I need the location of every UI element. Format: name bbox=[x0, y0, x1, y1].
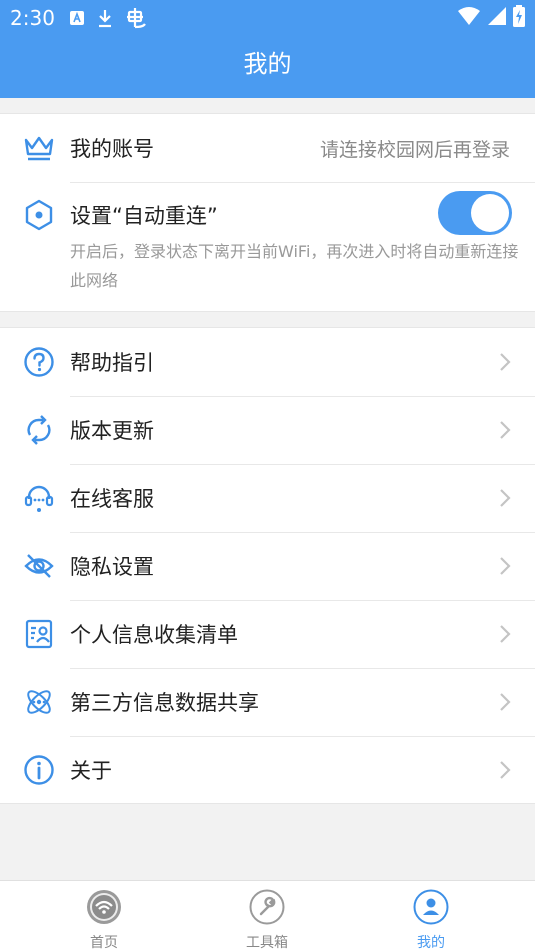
menu-item-about[interactable]: 关于 bbox=[0, 737, 535, 804]
menu-item-label: 帮助指引 bbox=[70, 351, 154, 375]
menu-item-label: 关于 bbox=[70, 759, 112, 783]
signal-icon bbox=[487, 6, 507, 31]
wrench-icon bbox=[249, 889, 285, 925]
chevron-right-icon bbox=[500, 353, 511, 371]
tab-label: 工具箱 bbox=[246, 935, 288, 951]
help-icon bbox=[22, 345, 56, 379]
menu-item-label: 在线客服 bbox=[70, 487, 154, 511]
menu-card: 帮助指引 版本更新 在线客服 隐私设置 个人信息收集清单 第三方信息数据共享 关… bbox=[0, 327, 535, 804]
battery-icon bbox=[513, 4, 525, 32]
chevron-right-icon bbox=[500, 421, 511, 439]
account-row[interactable]: 我的账号 请连接校园网后再登录 bbox=[0, 114, 535, 182]
menu-item-label: 版本更新 bbox=[70, 419, 154, 443]
chevron-right-icon bbox=[500, 625, 511, 643]
toggle-knob bbox=[471, 194, 509, 232]
share-network-icon bbox=[22, 685, 56, 719]
wifi-icon bbox=[457, 6, 481, 31]
download-icon bbox=[97, 8, 113, 28]
eye-off-icon bbox=[22, 549, 56, 583]
bug-notification-icon bbox=[125, 7, 147, 29]
user-profile-icon bbox=[413, 889, 449, 925]
refresh-icon bbox=[22, 413, 56, 447]
auto-reconnect-label: 设置“自动重连” bbox=[70, 204, 218, 228]
keyboard-notification-icon bbox=[69, 10, 85, 26]
menu-item-label: 个人信息收集清单 bbox=[70, 623, 238, 647]
crown-icon bbox=[22, 131, 56, 165]
status-time: 2:30 bbox=[10, 6, 55, 30]
user-card-icon bbox=[22, 617, 56, 651]
auto-reconnect-description: 开启后，登录状态下离开当前WiFi，再次进入时将自动重新连接此网络 bbox=[70, 242, 519, 290]
app-bar: 2:30 我的 bbox=[0, 0, 535, 98]
tab-mine[interactable]: 我的 bbox=[371, 881, 491, 952]
hexagon-settings-icon bbox=[22, 198, 56, 232]
headset-icon bbox=[22, 481, 56, 515]
menu-item-support[interactable]: 在线客服 bbox=[0, 465, 535, 532]
account-label: 我的账号 bbox=[70, 137, 154, 161]
bottom-tab-bar: 首页 工具箱 我的 bbox=[0, 880, 535, 952]
tab-label: 首页 bbox=[90, 935, 118, 951]
chevron-right-icon bbox=[500, 693, 511, 711]
tab-label: 我的 bbox=[417, 935, 445, 951]
tab-toolbox[interactable]: 工具箱 bbox=[207, 881, 327, 952]
status-bar: 2:30 bbox=[0, 0, 535, 36]
menu-item-label: 第三方信息数据共享 bbox=[70, 691, 259, 715]
menu-item-third-party[interactable]: 第三方信息数据共享 bbox=[0, 669, 535, 736]
account-status: 请连接校园网后再登录 bbox=[319, 139, 510, 161]
auto-reconnect-toggle[interactable] bbox=[438, 191, 512, 235]
menu-item-update[interactable]: 版本更新 bbox=[0, 397, 535, 464]
chevron-right-icon bbox=[500, 489, 511, 507]
menu-item-personal-info[interactable]: 个人信息收集清单 bbox=[0, 601, 535, 668]
tab-home[interactable]: 首页 bbox=[44, 881, 164, 952]
chevron-right-icon bbox=[500, 761, 511, 779]
info-icon bbox=[22, 753, 56, 787]
chevron-right-icon bbox=[500, 557, 511, 575]
menu-item-help[interactable]: 帮助指引 bbox=[0, 328, 535, 396]
menu-item-label: 隐私设置 bbox=[70, 555, 154, 579]
menu-item-privacy[interactable]: 隐私设置 bbox=[0, 533, 535, 600]
page-title: 我的 bbox=[243, 50, 292, 78]
wifi-home-icon bbox=[87, 890, 121, 924]
account-card: 我的账号 请连接校园网后再登录 设置“自动重连” 开启后，登录状态下离开当前Wi… bbox=[0, 113, 535, 312]
